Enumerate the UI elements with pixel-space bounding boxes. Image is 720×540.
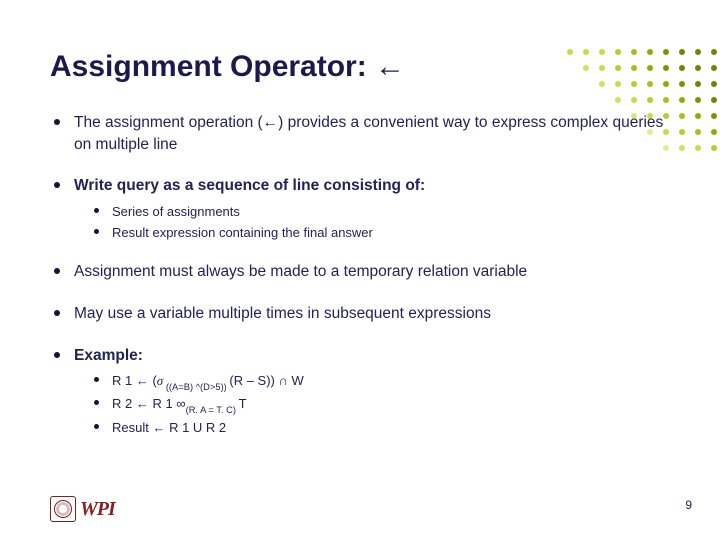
sub-bullet-list: R 1 ← (σ ((A=B) ^(D>5)) (R – S)) ∩ W R 2… <box>74 372 670 436</box>
slide-content: The assignment operation (←) provides a … <box>50 112 670 436</box>
page-number: 9 <box>685 498 692 512</box>
slide-title: Assignment Operator: ← <box>50 50 670 84</box>
expr-part: R 1 ← ( <box>112 373 157 388</box>
bullet-text: Example: <box>74 347 143 364</box>
expr-subscript: ((A=B) ^(D>5)) <box>163 382 229 392</box>
expr-subscript: (R. A = T. C) <box>186 405 239 415</box>
bullet-item: Example: R 1 ← (σ ((A=B) ^(D>5)) (R – S)… <box>50 345 670 437</box>
seal-icon <box>50 496 76 522</box>
sub-bullet-text: Series of assignments <box>112 204 240 219</box>
expr-part: (R – S)) ∩ W <box>229 373 303 388</box>
bullet-item: May use a variable multiple times in sub… <box>50 303 670 325</box>
bullet-text: Assignment must always be made to a temp… <box>74 263 527 280</box>
sub-bullet-item: Series of assignments <box>90 203 670 221</box>
bullet-item: The assignment operation (←) provides a … <box>50 112 670 155</box>
expr-part: T <box>239 396 247 411</box>
sub-bullet-item: R 2 ← R 1 ∞(R. A = T. C) T <box>90 395 670 415</box>
sub-bullet-list: Series of assignments Result expression … <box>74 203 670 241</box>
bullet-item: Write query as a sequence of line consis… <box>50 175 670 241</box>
expr-part: R 2 ← R 1 <box>112 396 176 411</box>
bullet-text: Write query as a sequence of line consis… <box>74 177 425 194</box>
sub-bullet-item: Result expression containing the final a… <box>90 224 670 242</box>
logo-text: WPI <box>80 498 115 521</box>
bullet-text: May use a variable multiple times in sub… <box>74 305 491 322</box>
sub-bullet-item: R 1 ← (σ ((A=B) ^(D>5)) (R – S)) ∩ W <box>90 372 670 392</box>
slide: Assignment Operator: ← The assignment op… <box>0 0 720 540</box>
sub-bullet-text: Result expression containing the final a… <box>112 225 373 240</box>
sub-bullet-text: Result ← R 1 U R 2 <box>112 420 226 435</box>
bullet-list: The assignment operation (←) provides a … <box>50 112 670 436</box>
sub-bullet-item: Result ← R 1 U R 2 <box>90 419 670 437</box>
join-symbol: ∞ <box>176 396 185 411</box>
logo: WPI <box>50 496 115 522</box>
bullet-text: The assignment operation (←) provides a … <box>74 114 663 153</box>
bullet-item: Assignment must always be made to a temp… <box>50 261 670 283</box>
